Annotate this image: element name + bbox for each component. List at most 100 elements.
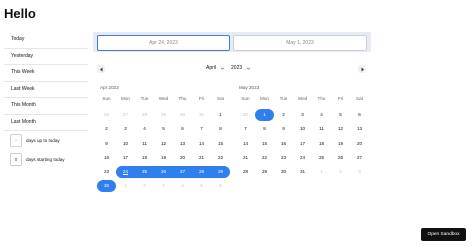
calendar-day[interactable]: 27 bbox=[350, 152, 369, 164]
calendar-day[interactable]: 4 bbox=[312, 109, 331, 121]
calendar-day[interactable]: 19 bbox=[331, 138, 350, 150]
calendar-day[interactable]: 13 bbox=[173, 138, 192, 150]
calendar-day-number: 16 bbox=[103, 154, 110, 160]
weekday-header: Fri bbox=[198, 96, 205, 101]
calendar-day[interactable]: 9 bbox=[97, 138, 116, 150]
calendar-day[interactable]: 26 bbox=[154, 165, 173, 178]
calendar-day-number: 21 bbox=[242, 154, 249, 160]
calendar-day-number: 30 bbox=[103, 183, 110, 189]
days-up-to-today-input[interactable]: - bbox=[10, 134, 22, 148]
days-starting-today-input[interactable]: 0 bbox=[10, 152, 22, 166]
preset-yesterday[interactable]: Yesterday bbox=[4, 49, 88, 65]
end-date-input[interactable]: May 1, 2023 bbox=[233, 35, 367, 51]
weekday-header: Mon bbox=[121, 96, 130, 101]
calendar-day[interactable]: 31 bbox=[293, 166, 312, 178]
year-select-value: 2023 bbox=[231, 65, 243, 71]
calendar-day[interactable]: 23 bbox=[274, 152, 293, 164]
calendar-day[interactable]: 25 bbox=[312, 152, 331, 164]
calendar-day[interactable]: 16 bbox=[97, 152, 116, 164]
calendar-day-outside: 3 bbox=[350, 166, 369, 178]
calendar-day[interactable]: 28 bbox=[192, 165, 211, 178]
calendar-day[interactable]: 10 bbox=[116, 138, 135, 150]
calendar-day[interactable]: 11 bbox=[135, 138, 154, 150]
calendar-day-number: 18 bbox=[318, 140, 325, 146]
calendar-day[interactable]: 28 bbox=[236, 166, 255, 178]
calendar-day[interactable]: 20 bbox=[173, 152, 192, 164]
prev-month-button[interactable] bbox=[97, 65, 105, 73]
calendar-day[interactable]: 25 bbox=[135, 165, 154, 178]
calendar-day[interactable]: 14 bbox=[236, 138, 255, 150]
calendar-day[interactable]: 12 bbox=[331, 123, 350, 135]
calendar-day[interactable]: 11 bbox=[312, 123, 331, 135]
calendar-day-number: 11 bbox=[319, 126, 324, 132]
calendar-day[interactable]: 2 bbox=[274, 109, 293, 121]
weekday-header: Fri bbox=[337, 96, 344, 101]
calendar-day-number: 10 bbox=[122, 140, 129, 146]
calendar-day[interactable]: 2 bbox=[97, 123, 116, 135]
calendar-day[interactable]: 3 bbox=[293, 109, 312, 121]
next-month-button[interactable] bbox=[358, 65, 366, 73]
calendar-day[interactable]: 6 bbox=[173, 123, 192, 135]
calendar-day[interactable]: 13 bbox=[350, 123, 369, 135]
calendar-day[interactable]: 3 bbox=[116, 123, 135, 135]
calendar-day-number: 23 bbox=[103, 168, 110, 174]
preset-today[interactable]: Today bbox=[4, 32, 88, 49]
calendar-day[interactable]: 30 bbox=[97, 180, 116, 193]
calendar-day[interactable]: 19 bbox=[154, 152, 173, 164]
calendar-day[interactable]: 17 bbox=[293, 138, 312, 150]
calendar-day[interactable]: 10 bbox=[293, 123, 312, 135]
calendar-month-label-april: Apr 2023 bbox=[100, 85, 119, 90]
calendar-day[interactable]: 24 bbox=[293, 152, 312, 164]
calendar-day[interactable]: 12 bbox=[154, 138, 173, 150]
calendar-day[interactable]: 4 bbox=[135, 123, 154, 135]
calendar-day[interactable]: 29 bbox=[255, 166, 274, 178]
calendar-day[interactable]: 22 bbox=[211, 152, 230, 164]
preset-this-month[interactable]: This Month bbox=[4, 98, 88, 115]
preset-last-week[interactable]: Last Week bbox=[4, 82, 88, 98]
open-sandbox-button[interactable]: Open Sandbox bbox=[421, 228, 466, 241]
calendar-day[interactable]: 6 bbox=[350, 109, 369, 121]
calendar-day[interactable]: 24 bbox=[116, 165, 135, 178]
calendar-day-number: 5 bbox=[162, 126, 165, 132]
weekday-header: Wed bbox=[158, 96, 169, 101]
calendar-day[interactable]: 21 bbox=[236, 152, 255, 164]
calendar-day[interactable]: 18 bbox=[312, 138, 331, 150]
calendar-day[interactable]: 20 bbox=[350, 138, 369, 150]
calendar-day[interactable]: 26 bbox=[331, 152, 350, 164]
calendar-day[interactable]: 27 bbox=[173, 165, 192, 178]
calendar-day[interactable]: 8 bbox=[211, 123, 230, 135]
calendar-day-number: 4 bbox=[181, 183, 184, 189]
calendar-day-number: 15 bbox=[217, 140, 224, 146]
calendar-day[interactable]: 21 bbox=[192, 152, 211, 164]
calendar-day-number: 5 bbox=[339, 112, 342, 118]
start-date-input[interactable]: Apr 24, 2023 bbox=[97, 35, 230, 51]
preset-last-month[interactable]: Last Month bbox=[4, 115, 88, 131]
calendar-day[interactable]: 30 bbox=[274, 166, 293, 178]
calendar-day-outside: 3 bbox=[154, 180, 173, 192]
year-select[interactable]: 2023 bbox=[231, 65, 251, 71]
calendar-day[interactable]: 22 bbox=[255, 152, 274, 164]
calendar-day[interactable]: 17 bbox=[116, 152, 135, 164]
calendar-day[interactable]: 16 bbox=[274, 138, 293, 150]
calendar-day[interactable]: 29 bbox=[211, 165, 230, 178]
calendar-day[interactable]: 7 bbox=[192, 123, 211, 135]
calendar-day-number: 20 bbox=[356, 140, 363, 146]
calendar-day-outside: 30 bbox=[236, 109, 255, 121]
preset-this-week[interactable]: This Week bbox=[4, 65, 88, 82]
chevron-down-icon bbox=[246, 67, 251, 70]
calendar-day[interactable]: 18 bbox=[135, 152, 154, 164]
calendar-day[interactable]: 5 bbox=[154, 123, 173, 135]
calendar-day[interactable]: 7 bbox=[236, 123, 255, 135]
calendar-day[interactable]: 8 bbox=[255, 123, 274, 135]
calendar-day[interactable]: 9 bbox=[274, 123, 293, 135]
month-year-selects: April 2023 bbox=[206, 65, 251, 71]
calendar-day[interactable]: 5 bbox=[331, 109, 350, 121]
calendar-day[interactable]: 23 bbox=[97, 166, 116, 178]
calendar-day-number: 1 bbox=[320, 168, 323, 174]
calendar-day[interactable]: 15 bbox=[255, 138, 274, 150]
calendar-day[interactable]: 1 bbox=[211, 109, 230, 121]
calendar-day[interactable]: 14 bbox=[192, 138, 211, 150]
calendar-day[interactable]: 15 bbox=[211, 138, 230, 150]
month-select[interactable]: April bbox=[206, 65, 225, 71]
calendar-day[interactable]: 1 bbox=[255, 109, 274, 122]
